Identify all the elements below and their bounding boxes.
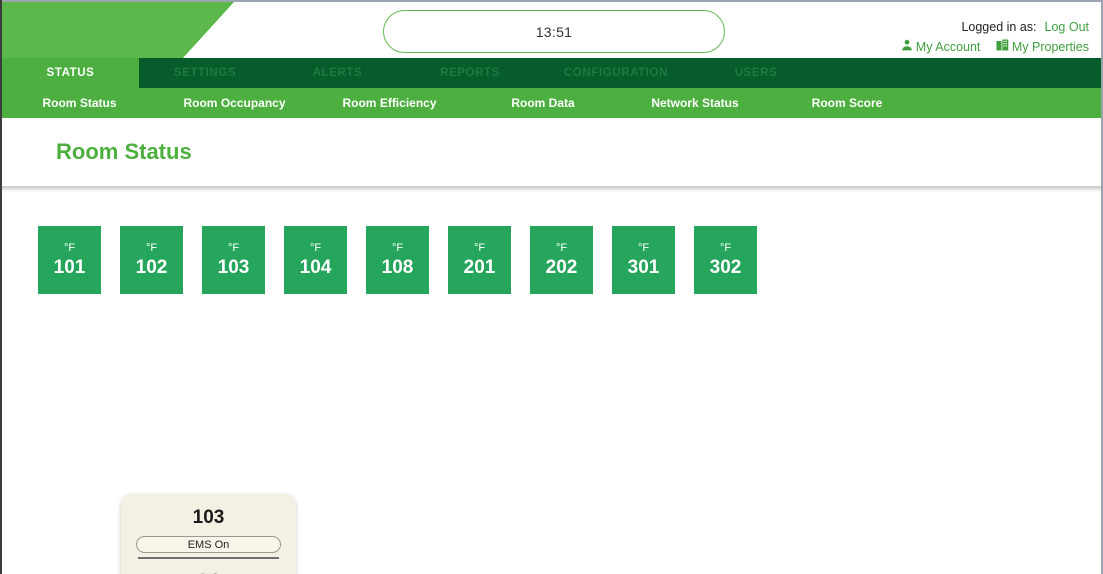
- room-tile-number: 202: [545, 257, 578, 278]
- nav-tab-users[interactable]: USERS: [696, 58, 816, 88]
- room-tile-unit: °F: [555, 242, 568, 254]
- page-title-band: Room Status: [2, 118, 1101, 186]
- subnav-item-room-status[interactable]: Room Status: [2, 88, 157, 118]
- room-tile[interactable]: °F 302: [694, 226, 757, 294]
- nav-tab-alerts[interactable]: ALERTS: [271, 58, 404, 88]
- room-tile-number: 104: [299, 257, 332, 278]
- person-icon: [901, 38, 913, 56]
- account-area: Logged in as: Log Out My Account My Prope…: [901, 18, 1089, 56]
- room-tile-grid: °F 101 °F 102 °F 103 °F 104 °F 108 °F 201 °F 202 °F 301…: [38, 226, 757, 294]
- subnav-item-room-efficiency[interactable]: Room Efficiency: [312, 88, 467, 118]
- room-tile-unit: °F: [637, 242, 650, 254]
- subnav-item-network-status[interactable]: Network Status: [619, 88, 771, 118]
- room-tile[interactable]: °F 103: [202, 226, 265, 294]
- page-title: Room Status: [56, 139, 192, 164]
- building-icon: [996, 38, 1009, 56]
- nav-tab-status[interactable]: STATUS: [2, 58, 139, 88]
- room-tile-number: 302: [709, 257, 742, 278]
- nav-tab-settings[interactable]: SETTINGS: [139, 58, 271, 88]
- room-tile[interactable]: °F 104: [284, 226, 347, 294]
- subnav-item-room-score[interactable]: Room Score: [771, 88, 923, 118]
- room-tile[interactable]: °F 301: [612, 226, 675, 294]
- room-tile[interactable]: °F 108: [366, 226, 429, 294]
- subnav-item-room-data[interactable]: Room Data: [467, 88, 619, 118]
- nav-tab-configuration[interactable]: CONFIGURATION: [536, 58, 696, 88]
- popup-ems-status[interactable]: EMS On: [136, 536, 281, 553]
- account-links-row: My Account My Properties: [901, 38, 1089, 56]
- my-properties-label: My Properties: [1011, 40, 1089, 55]
- header-top-bar: 13:51 Logged in as: Log Out My Account My…: [2, 0, 1101, 58]
- room-tile[interactable]: °F 201: [448, 226, 511, 294]
- popup-temperature: 78°F: [136, 570, 281, 574]
- brand-logo-banner: [2, 2, 234, 58]
- sub-navigation: Room Status Room Occupancy Room Efficiency…: [2, 88, 1101, 118]
- room-tile-unit: °F: [719, 242, 732, 254]
- popup-room-number: 103: [192, 507, 225, 528]
- room-tile-number: 103: [217, 257, 250, 278]
- content-area: °F 101 °F 102 °F 103 °F 104 °F 108 °F 201 °F 202 °F 301…: [2, 192, 1101, 574]
- room-tile-number: 301: [627, 257, 660, 278]
- room-tile-unit: °F: [145, 242, 158, 254]
- application-page: 13:51 Logged in as: Log Out My Account My…: [0, 0, 1103, 574]
- room-tile-unit: °F: [227, 242, 240, 254]
- room-tile-number: 108: [381, 257, 414, 278]
- subnav-item-room-occupancy[interactable]: Room Occupancy: [157, 88, 312, 118]
- my-account-link[interactable]: My Account: [901, 38, 981, 56]
- nav-tab-reports[interactable]: REPORTS: [404, 58, 536, 88]
- room-tile[interactable]: °F 202: [530, 226, 593, 294]
- room-tile-unit: °F: [473, 242, 486, 254]
- my-properties-link[interactable]: My Properties: [996, 38, 1089, 56]
- logout-link[interactable]: Log Out: [1045, 20, 1089, 34]
- room-tile-number: 101: [53, 257, 86, 278]
- popup-divider: [138, 557, 279, 559]
- room-tile-unit: °F: [391, 242, 404, 254]
- room-tile[interactable]: °F 101: [38, 226, 101, 294]
- room-tile[interactable]: °F 102: [120, 226, 183, 294]
- logged-in-row: Logged in as: Log Out: [901, 18, 1089, 36]
- room-tile-unit: °F: [63, 242, 76, 254]
- room-tile-unit: °F: [309, 242, 322, 254]
- logged-in-label: Logged in as:: [961, 20, 1037, 34]
- my-account-label: My Account: [915, 40, 981, 55]
- room-tile-number: 102: [135, 257, 168, 278]
- clock-time-text: 13:51: [535, 23, 573, 40]
- clock-display: 13:51: [383, 10, 725, 53]
- room-detail-popup: 103 EMS On 78°F OK redacted: [121, 494, 296, 574]
- main-navigation: STATUS SETTINGS ALERTS REPORTS CONFIGURATION…: [2, 58, 1101, 88]
- room-tile-number: 201: [463, 257, 496, 278]
